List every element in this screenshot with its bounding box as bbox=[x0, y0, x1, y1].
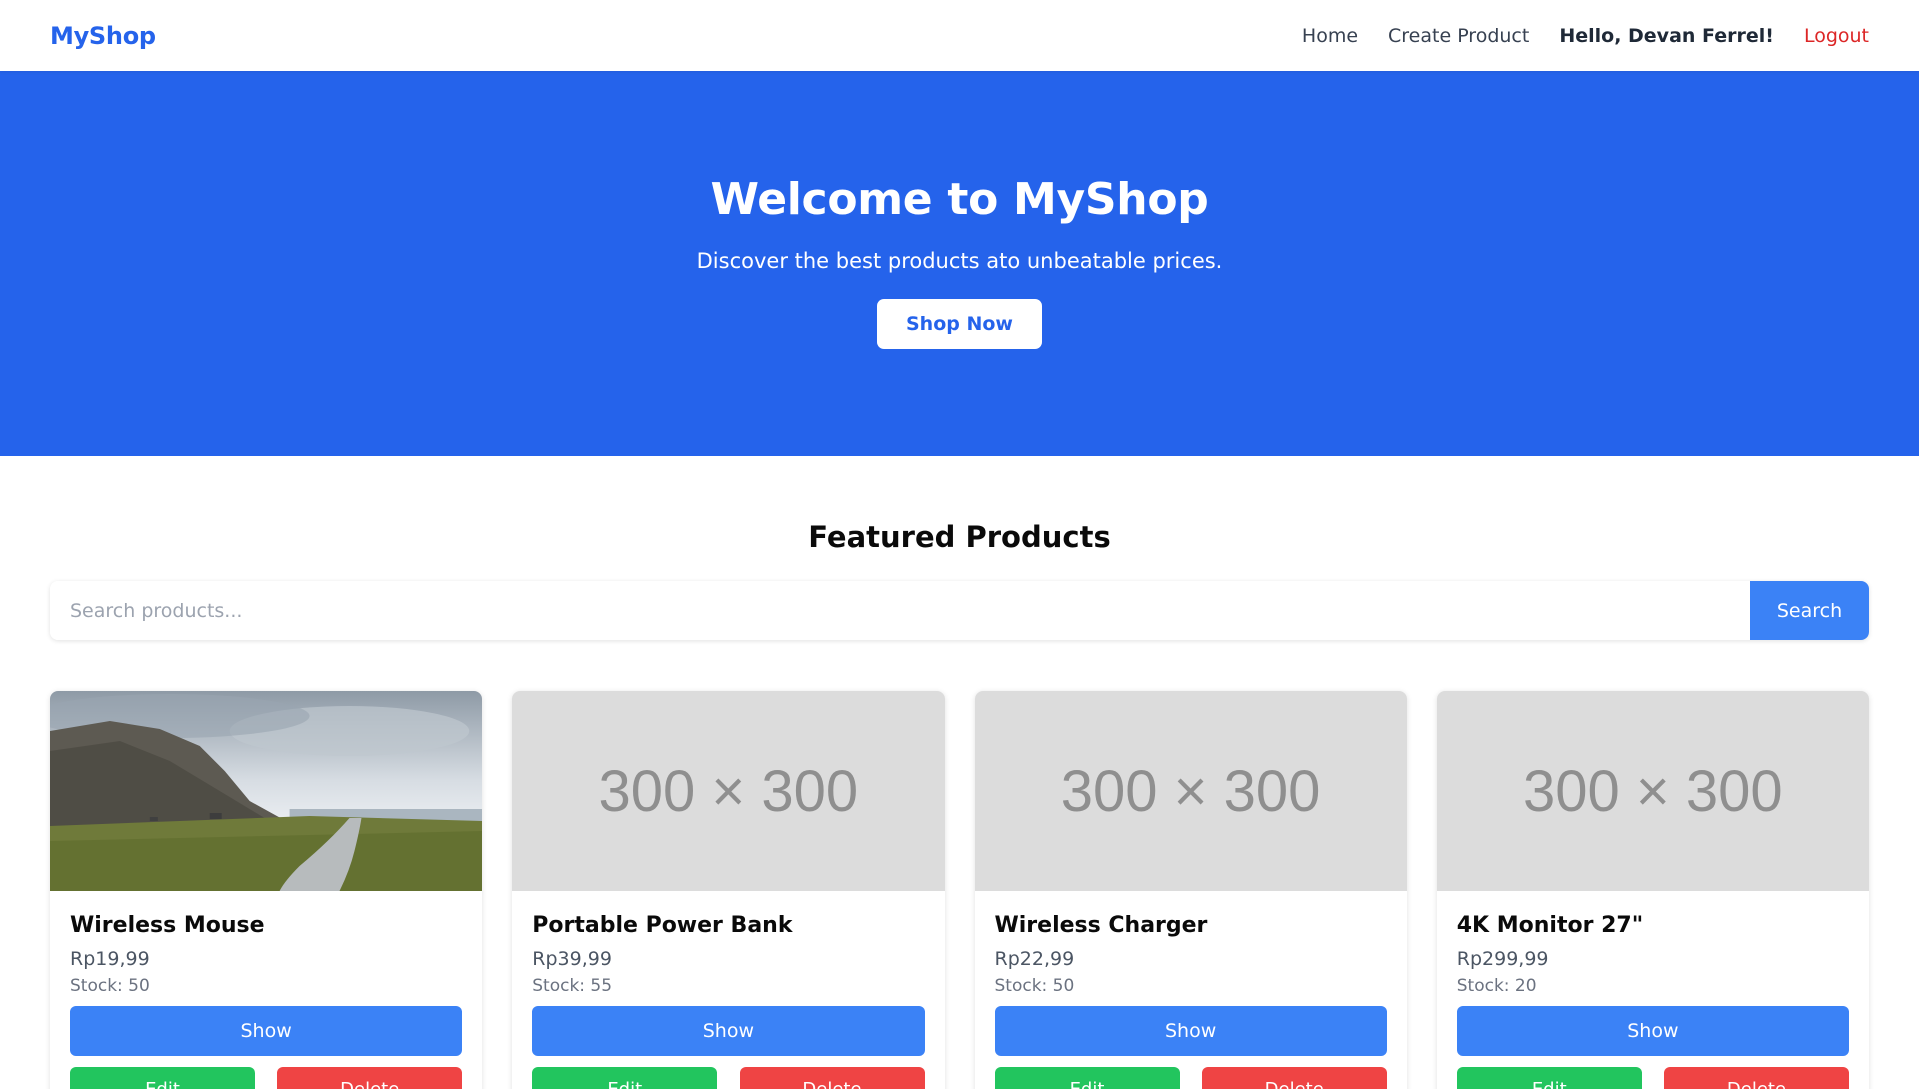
logout-link[interactable]: Logout bbox=[1804, 25, 1869, 47]
featured-products-section: Featured Products Search products... Sea… bbox=[0, 520, 1919, 1089]
product-card: Wireless Mouse Rp19,99 Stock: 50 Show Ed… bbox=[50, 691, 483, 1089]
product-card-body: 4K Monitor 27" Rp299,99 Stock: 20 Show E… bbox=[1437, 891, 1869, 1089]
product-image-placeholder: 300 × 300 bbox=[974, 691, 1407, 891]
card-actions: Edit Delete bbox=[70, 1067, 463, 1089]
product-stock: Stock: 50 bbox=[994, 976, 1075, 996]
product-price: Rp39,99 bbox=[532, 948, 612, 970]
delete-button[interactable]: Delete bbox=[739, 1067, 925, 1089]
product-name: Wireless Charger bbox=[994, 913, 1208, 938]
delete-button[interactable]: Delete bbox=[1664, 1067, 1849, 1089]
product-stock: Stock: 20 bbox=[1456, 976, 1537, 996]
product-stock: Stock: 55 bbox=[532, 976, 613, 996]
edit-button[interactable]: Edit bbox=[532, 1067, 718, 1089]
edit-button[interactable]: Edit bbox=[1456, 1067, 1642, 1089]
delete-button[interactable]: Delete bbox=[1201, 1067, 1387, 1089]
landscape-photo bbox=[50, 691, 483, 891]
product-card: 300 × 300 Portable Power Bank Rp39,99 St… bbox=[512, 691, 945, 1089]
nav-link-create-product[interactable]: Create Product bbox=[1388, 25, 1529, 47]
product-grid: Wireless Mouse Rp19,99 Stock: 50 Show Ed… bbox=[50, 691, 1869, 1089]
product-price: Rp19,99 bbox=[70, 948, 150, 970]
card-actions: Edit Delete bbox=[1456, 1067, 1849, 1089]
delete-button[interactable]: Delete bbox=[277, 1067, 463, 1089]
product-card-body: Portable Power Bank Rp39,99 Stock: 55 Sh… bbox=[512, 891, 944, 1089]
search-input[interactable] bbox=[50, 581, 1750, 640]
show-button[interactable]: Show bbox=[1456, 1006, 1849, 1056]
product-price: Rp299,99 bbox=[1456, 948, 1549, 970]
show-button[interactable]: Show bbox=[532, 1006, 925, 1056]
product-card: 300 × 300 Wireless Charger Rp22,99 Stock… bbox=[974, 691, 1407, 1089]
product-name: Portable Power Bank bbox=[532, 913, 793, 938]
brand-logo[interactable]: MyShop bbox=[50, 22, 156, 50]
product-image bbox=[50, 691, 483, 891]
edit-button[interactable]: Edit bbox=[70, 1067, 255, 1089]
section-title: Featured Products bbox=[808, 520, 1111, 554]
user-greeting: Hello, Devan Ferrel! bbox=[1559, 24, 1774, 47]
product-image-placeholder: 300 × 300 bbox=[1436, 691, 1869, 891]
hero-title: Welcome to MyShop bbox=[710, 174, 1209, 225]
product-card-body: Wireless Charger Rp22,99 Stock: 50 Show … bbox=[975, 891, 1407, 1089]
product-name: Wireless Mouse bbox=[70, 913, 265, 938]
card-actions: Edit Delete bbox=[994, 1067, 1387, 1089]
hero-banner: Welcome to MyShop Discover the best prod… bbox=[0, 71, 1919, 456]
card-actions: Edit Delete bbox=[532, 1067, 925, 1089]
product-name: 4K Monitor 27" bbox=[1456, 913, 1644, 938]
show-button[interactable]: Show bbox=[70, 1006, 463, 1056]
product-card: 300 × 300 4K Monitor 27" Rp299,99 Stock:… bbox=[1436, 691, 1869, 1089]
hero-subtitle: Discover the best products ato unbeatabl… bbox=[696, 249, 1223, 273]
navbar: MyShop Home Create Product Hello, Devan … bbox=[0, 0, 1919, 71]
product-card-body: Wireless Mouse Rp19,99 Stock: 50 Show Ed… bbox=[50, 891, 482, 1089]
product-stock: Stock: 50 bbox=[70, 976, 150, 996]
nav-links: Home Create Product Hello, Devan Ferrel!… bbox=[1302, 25, 1869, 47]
edit-button[interactable]: Edit bbox=[994, 1067, 1180, 1089]
product-price: Rp22,99 bbox=[994, 948, 1075, 970]
show-button[interactable]: Show bbox=[994, 1006, 1387, 1056]
search-button[interactable]: Search bbox=[1750, 581, 1869, 640]
shop-now-button[interactable]: Shop Now bbox=[877, 299, 1042, 349]
search-bar: Search bbox=[50, 581, 1869, 640]
product-image-placeholder: 300 × 300 bbox=[512, 691, 945, 891]
nav-link-home[interactable]: Home bbox=[1302, 25, 1358, 47]
